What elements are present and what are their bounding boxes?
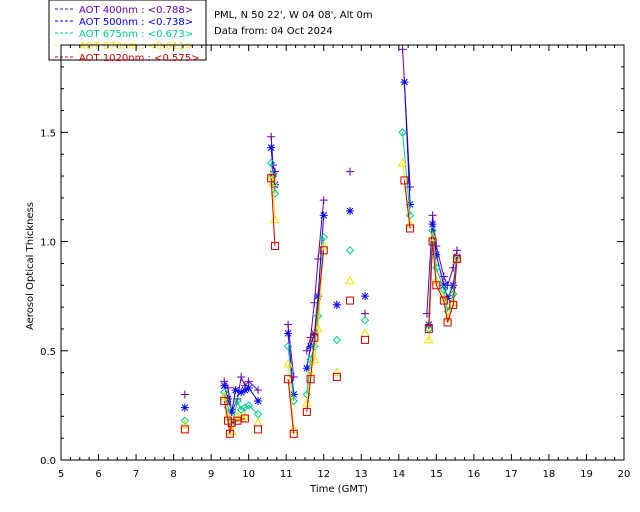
x-tick-label: 5 (58, 469, 64, 480)
x-tick-label: 9 (208, 469, 214, 480)
data-point (267, 143, 276, 152)
x-tick-label: 12 (317, 469, 330, 480)
data-point (180, 403, 189, 412)
y-tick-label: 0.5 (40, 347, 56, 358)
data-point (332, 300, 341, 309)
legend-entry: AOT 400nm : <0.788> (79, 5, 193, 16)
chart-background (0, 0, 640, 512)
x-tick-label: 8 (170, 469, 176, 480)
x-tick-label: 19 (580, 469, 593, 480)
chart-title-line-1: PML, N 50 22', W 04 08', Alt 0m (214, 10, 373, 21)
y-tick-label: 1.5 (40, 128, 56, 139)
x-tick-label: 17 (505, 469, 518, 480)
y-tick-label: 0.0 (40, 456, 56, 467)
aot-chart: AOT 400nm : <0.788>AOT 500nm : <0.738>AO… (0, 0, 640, 512)
y-tick-label: 1.0 (40, 238, 56, 249)
x-tick-label: 20 (618, 469, 631, 480)
data-point (449, 281, 458, 290)
y-axis-label: Aerosol Optical Thickness (25, 202, 36, 330)
data-point (244, 383, 253, 392)
x-tick-label: 10 (242, 469, 255, 480)
x-tick-label: 7 (133, 469, 139, 480)
legend-entry: AOT 500nm : <0.738> (79, 17, 193, 28)
x-tick-label: 18 (543, 469, 556, 480)
chart-title-line-2: Data from: 04 Oct 2024 (214, 26, 333, 37)
legend-entry: AOT 675nm : <0.673> (79, 29, 193, 40)
x-tick-label: 6 (95, 469, 101, 480)
data-point (346, 207, 355, 215)
data-point (254, 397, 263, 406)
data-point (319, 211, 328, 220)
x-tick-label: 11 (280, 469, 293, 480)
legend-entry: AOT 1020nm : <0.575> (79, 53, 199, 64)
data-point (400, 78, 409, 87)
x-axis-label: Time (GMT) (309, 484, 368, 495)
data-point (284, 329, 293, 338)
x-tick-label: 15 (430, 469, 443, 480)
data-point (361, 292, 370, 301)
x-tick-label: 16 (467, 469, 480, 480)
x-tick-label: 14 (392, 469, 405, 480)
x-tick-label: 13 (355, 469, 368, 480)
legend: AOT 400nm : <0.788>AOT 500nm : <0.738>AO… (48, 0, 207, 64)
